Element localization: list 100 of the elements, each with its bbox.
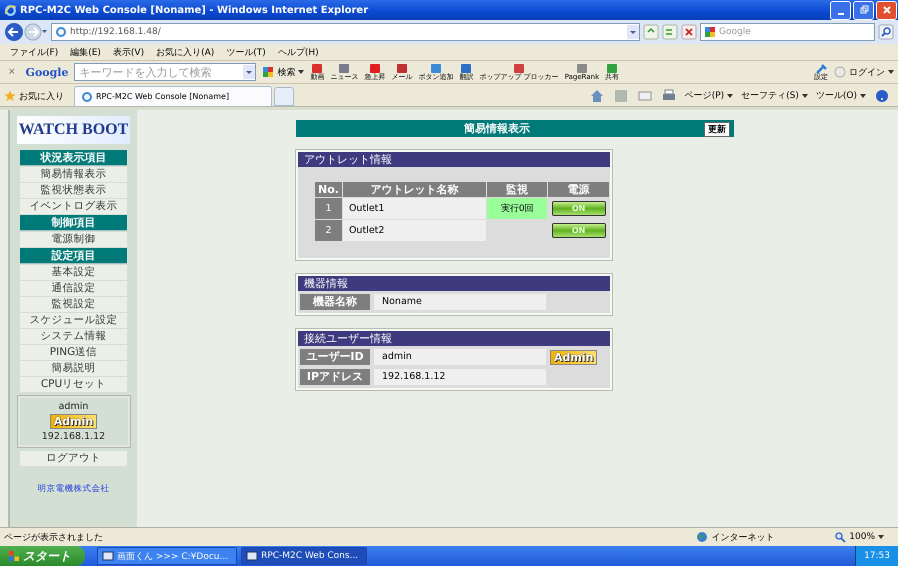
field-value: 192.168.1.12 <box>374 369 546 385</box>
window-icon <box>102 550 114 562</box>
sidebar-item[interactable]: 簡易情報表示 <box>20 167 127 182</box>
column-header: 電源 <box>548 182 609 197</box>
close-button[interactable]: × <box>4 67 20 77</box>
help-icon[interactable] <box>875 89 889 103</box>
menu-item[interactable]: ツール(T) <box>226 46 266 58</box>
caret-icon <box>727 92 734 98</box>
taskbar-button[interactable]: RPC-M2C Web Cons... <box>241 547 368 565</box>
wrench-icon <box>815 64 827 74</box>
status-text: ページが表示されました <box>4 532 103 544</box>
caret-icon <box>888 69 894 75</box>
sidebar-item[interactable]: 基本設定 <box>20 265 127 280</box>
ie-logo-icon <box>4 4 17 16</box>
admin-badge: Admin <box>50 414 98 429</box>
user-name: admin <box>58 401 88 412</box>
tile-icon <box>460 64 472 74</box>
minimize-button[interactable] <box>830 0 851 20</box>
stop-icon[interactable] <box>681 24 697 40</box>
zoom-control[interactable]: 100% <box>834 531 884 543</box>
dropdown-icon[interactable] <box>243 65 256 79</box>
back-forward-buttons-icon[interactable] <box>4 22 48 42</box>
tile-icon <box>430 64 442 74</box>
sidebar-item[interactable]: スケジュール設定 <box>20 313 127 328</box>
field-value: Noname <box>374 294 546 310</box>
menu-item[interactable]: 表示(V) <box>112 46 144 58</box>
command-menu[interactable]: ツール(O) <box>816 89 866 102</box>
caret-icon <box>802 92 808 98</box>
table-cell: Outlet1 <box>342 198 486 219</box>
favorites-button[interactable]: お気に入り <box>4 86 64 106</box>
windows-flag-icon <box>8 550 20 562</box>
caret-icon <box>860 92 866 98</box>
field-label: IPアドレス <box>300 369 370 385</box>
panel-title: アウトレット情報 <box>298 152 610 167</box>
star-icon <box>4 90 16 102</box>
caret-icon <box>878 534 884 540</box>
tile-icon <box>311 64 324 74</box>
sidebar-item[interactable]: 電源制御 <box>20 232 127 247</box>
tile-icon <box>338 64 350 74</box>
sidebar-item[interactable]: CPUリセット <box>20 377 127 392</box>
tile-icon <box>396 64 408 74</box>
sidebar-item[interactable]: PING送信 <box>20 345 127 360</box>
field-value: admin <box>374 349 546 365</box>
search-button[interactable]: 検索 <box>262 66 304 78</box>
column-header: 監視 <box>487 182 548 197</box>
logout-link[interactable]: ログアウト <box>20 451 127 466</box>
column-header: アウトレット名称 <box>342 182 486 197</box>
user-ip: 192.168.1.12 <box>42 431 106 442</box>
sidebar-item[interactable]: 監視状態表示 <box>20 183 127 198</box>
caret-icon <box>298 69 304 75</box>
window-title: RPC-M2C Web Console [Noname] - Windows Internet Explorer <box>20 4 368 16</box>
window-icon <box>246 550 258 562</box>
circle-icon <box>834 66 846 78</box>
close-button[interactable] <box>876 0 897 20</box>
sidebar-heading: 状況表示項目 <box>20 150 127 166</box>
menu-item[interactable]: ファイル(F) <box>10 46 58 58</box>
menu-item[interactable]: 編集(E) <box>70 46 101 58</box>
menu-item[interactable]: お気に入り(A) <box>156 46 214 58</box>
print-icon[interactable] <box>662 89 676 103</box>
table-cell: 1 <box>315 198 342 219</box>
field-label: ユーザーID <box>300 349 370 365</box>
dropdown-icon[interactable] <box>627 25 639 39</box>
sidebar-item[interactable]: 簡易説明 <box>20 361 127 376</box>
close-icon <box>882 5 892 15</box>
login-button[interactable]: ログイン <box>834 66 894 78</box>
panel-title: 機器情報 <box>298 276 610 291</box>
tile-icon <box>368 64 381 74</box>
restore-icon <box>858 5 868 15</box>
sidebar-item[interactable]: イベントログ表示 <box>20 199 127 214</box>
tile-icon <box>576 64 588 74</box>
google-logo: Google <box>26 66 68 78</box>
browser-tab[interactable]: RPC-M2C Web Console [Noname] <box>74 86 272 106</box>
company-link[interactable]: 明京電機株式会社 <box>38 483 110 495</box>
table-cell: 2 <box>315 220 342 241</box>
field-label: 機器名称 <box>300 294 370 310</box>
globe-icon <box>696 531 708 543</box>
panel-title: 接続ユーザー情報 <box>298 331 610 346</box>
address-field[interactable]: http://192.168.1.48/ <box>51 23 640 41</box>
search-icon[interactable] <box>878 24 894 40</box>
monitor-cell: 実行0回 <box>487 198 548 219</box>
refresh-button[interactable]: 更新 <box>704 122 730 137</box>
refresh-icon[interactable] <box>643 24 659 40</box>
sidebar-item[interactable]: 監視設定 <box>20 297 127 312</box>
sidebar-heading: 制御項目 <box>20 215 127 231</box>
restore-button[interactable] <box>853 0 874 20</box>
magnifier-icon <box>834 531 846 543</box>
column-header: No. <box>315 182 342 197</box>
sidebar-item[interactable]: システム情報 <box>20 329 127 344</box>
command-menu[interactable]: セーフティ(S) <box>741 89 808 102</box>
admin-badge: Admin <box>550 350 598 364</box>
home-icon[interactable] <box>590 89 604 103</box>
page-title: 簡易情報表示 <box>464 121 530 136</box>
command-menu[interactable]: ページ(P) <box>684 89 734 102</box>
taskbar-button[interactable]: 画面くん >>> C:¥Docu... <box>97 547 238 565</box>
table-cell: Outlet2 <box>342 220 486 241</box>
squares-icon <box>262 66 274 78</box>
sidebar-item[interactable]: 通信設定 <box>20 281 127 296</box>
zone-indicator: インターネット <box>696 530 774 544</box>
menu-item[interactable]: ヘルプ(H) <box>278 46 319 58</box>
tile-icon <box>513 64 526 74</box>
